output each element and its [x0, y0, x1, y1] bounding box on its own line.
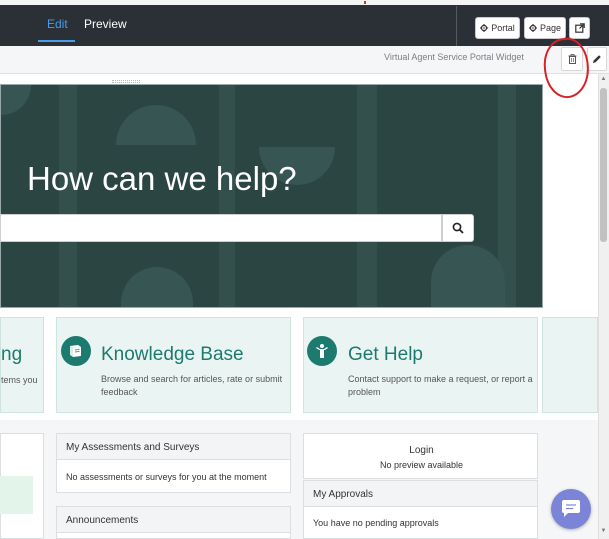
drag-handle[interactable] — [112, 80, 140, 83]
hero-pattern — [121, 267, 193, 307]
approvals-panel: My Approvals You have no pending approva… — [303, 480, 538, 539]
quick-link-desc: Contact support to make a request, or re… — [348, 374, 533, 397]
panel-message: No assessments or surveys for you at the… — [66, 472, 267, 482]
book-icon — [61, 336, 91, 366]
hero-title: How can we help? — [27, 160, 297, 197]
red-mark — [364, 1, 366, 4]
edit-widget-button[interactable] — [587, 47, 607, 71]
quick-link-card[interactable] — [542, 317, 598, 413]
tab-edit[interactable]: Edit — [47, 17, 68, 31]
scroll-up-arrow[interactable]: ▲ — [600, 76, 607, 84]
gear-icon — [528, 24, 537, 32]
quick-link-desc: tems you — [1, 375, 38, 385]
designer-canvas: Edit Preview Portal Page Virtual Agent S… — [0, 0, 609, 539]
quick-link-title: Get Help — [348, 344, 423, 365]
gear-icon — [480, 24, 489, 32]
search-button[interactable] — [442, 214, 474, 242]
virtual-agent-chat-button[interactable] — [551, 489, 591, 529]
search-input[interactable] — [0, 214, 442, 242]
page-button-label: Page — [539, 23, 562, 33]
assessments-panel: My Assessments and Surveys No assessment… — [56, 433, 291, 493]
chat-bubble-icon — [562, 500, 580, 517]
search-icon — [452, 222, 464, 234]
scroll-down-arrow[interactable]: ▼ — [600, 528, 607, 536]
login-title: Login — [409, 445, 434, 456]
quick-link-knowledge-base[interactable]: Knowledge Base Browse and search for art… — [56, 317, 291, 413]
portal-button[interactable]: Portal — [475, 17, 520, 39]
scrollbar-thumb[interactable] — [600, 88, 607, 242]
person-icon — [307, 336, 337, 366]
panel-title: My Assessments and Surveys — [57, 434, 290, 460]
hero-pattern — [116, 105, 196, 145]
green-block — [0, 476, 33, 514]
quick-link-card[interactable]: ng tems you — [0, 317, 44, 413]
pencil-icon — [593, 55, 601, 63]
panel-title: My Approvals — [304, 481, 537, 507]
external-link-icon — [574, 23, 585, 33]
quick-link-title: Knowledge Base — [101, 344, 244, 365]
login-panel: Login No preview available — [303, 433, 538, 479]
hero-pattern — [431, 245, 505, 307]
announcements-panel: Announcements — [56, 506, 291, 539]
hero-pattern — [357, 85, 377, 307]
open-external-button[interactable] — [569, 17, 590, 39]
login-preview-text: No preview available — [379, 460, 464, 470]
tab-edit-underline — [38, 40, 75, 42]
panel-message: You have no pending approvals — [313, 518, 439, 528]
quick-link-get-help[interactable]: Get Help Contact support to make a reque… — [303, 317, 538, 413]
widget-name-label: Virtual Agent Service Portal Widget — [384, 52, 524, 62]
panel-title: Announcements — [57, 507, 290, 533]
quick-link-title: ng — [1, 344, 23, 365]
tab-preview[interactable]: Preview — [84, 17, 127, 31]
quick-link-desc: Browse and search for articles, rate or … — [101, 374, 283, 397]
portal-button-label: Portal — [491, 23, 515, 33]
hero-pattern — [1, 85, 31, 115]
page-button[interactable]: Page — [524, 17, 566, 39]
